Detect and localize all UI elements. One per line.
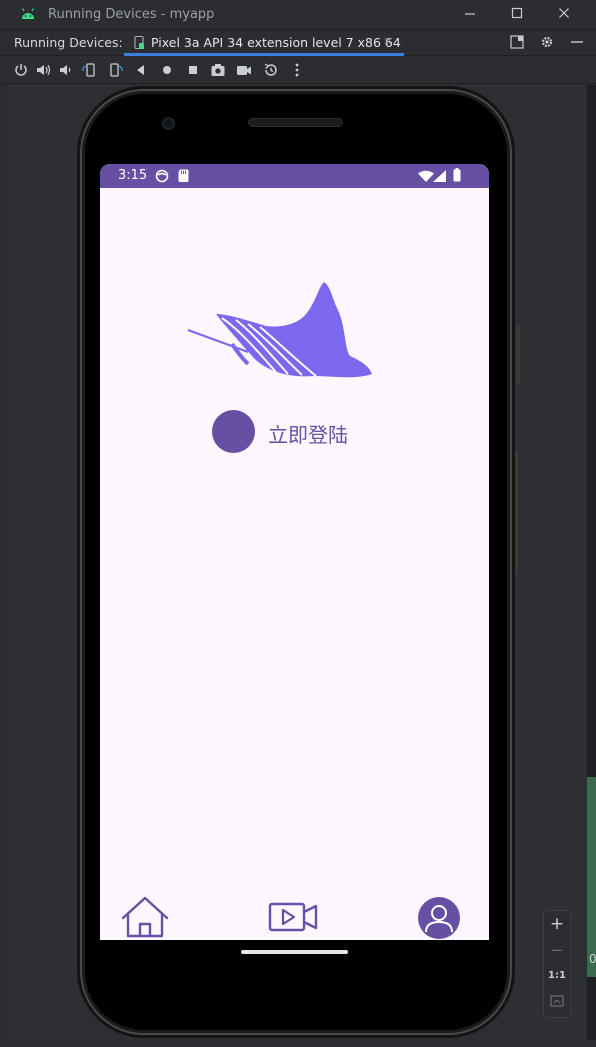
android-icon [21, 8, 35, 19]
volume-down-icon[interactable] [57, 62, 73, 78]
device-screen: 3:15 立即登陆 [100, 164, 489, 940]
rotate-right-icon[interactable] [108, 62, 124, 78]
tab-pixel-3a[interactable]: Pixel 3a API 34 extension level 7 x86 64… [124, 30, 404, 56]
window-titlebar: Running Devices - myapp [0, 0, 596, 30]
power-icon[interactable] [13, 62, 29, 78]
home-button-icon[interactable] [159, 62, 175, 78]
status-bar: 3:15 [100, 164, 489, 188]
edge-label: 0 [589, 952, 596, 966]
gear-icon[interactable] [540, 34, 556, 50]
screenshot-icon[interactable] [210, 62, 226, 78]
snapshot-icon[interactable] [263, 62, 279, 78]
more-icon[interactable] [289, 62, 305, 78]
login-now-link[interactable]: 立即登陆 [268, 419, 348, 448]
tab-active-indicator [124, 53, 404, 56]
screen-record-icon[interactable] [236, 62, 252, 78]
hide-panel-icon[interactable] [570, 34, 586, 50]
nav-profile[interactable] [416, 896, 462, 940]
earpiece-speaker [248, 118, 343, 127]
side-strip-highlight [587, 777, 596, 977]
window-title: Running Devices - myapp [48, 7, 215, 22]
tab-bar: Running Devices: Pixel 3a API 34 extensi… [0, 30, 596, 56]
nav-video[interactable] [268, 896, 320, 940]
back-icon[interactable] [133, 62, 149, 78]
phone-icon [134, 36, 144, 49]
login-row[interactable]: 立即登陆 [212, 410, 412, 454]
manta-ray-logo [187, 282, 372, 378]
sd-card-icon [178, 169, 189, 182]
overview-icon[interactable] [185, 62, 201, 78]
side-strip [587, 85, 596, 1040]
minimize-button[interactable] [458, 4, 482, 26]
volume-up-icon[interactable] [35, 62, 51, 78]
phone-volume-rocker [515, 450, 518, 575]
zoom-controls: + − 1:1 [543, 910, 571, 1018]
maximize-icon [511, 7, 523, 19]
tab-label: Pixel 3a API 34 extension level 7 x86 64 [151, 35, 401, 50]
maximize-button[interactable] [505, 4, 529, 26]
layout-icon[interactable] [510, 34, 526, 50]
rotate-left-icon[interactable] [81, 62, 97, 78]
fit-screen-icon [550, 995, 564, 1007]
device-toolbar [0, 57, 596, 84]
front-camera [162, 117, 175, 130]
wifi-icon [418, 170, 434, 182]
status-time: 3:15 [118, 168, 148, 183]
bottom-navigation [100, 890, 489, 940]
profile-icon [418, 897, 460, 939]
video-icon [268, 902, 318, 932]
zoom-in-button[interactable]: + [544, 914, 570, 934]
battery-icon [453, 168, 461, 182]
fit-screen-button[interactable] [544, 993, 570, 1012]
minimize-icon [465, 13, 475, 15]
gesture-home-indicator[interactable] [241, 950, 348, 954]
actual-size-button[interactable]: 1:1 [544, 970, 570, 981]
close-window-button[interactable] [552, 4, 576, 26]
signal-icon [433, 170, 446, 182]
tab-close-button[interactable]: × [383, 34, 393, 48]
close-icon [559, 8, 569, 18]
zoom-out-button[interactable]: − [544, 941, 570, 959]
avatar[interactable] [212, 410, 255, 453]
running-devices-label: Running Devices: [14, 35, 123, 50]
nav-home[interactable] [120, 896, 170, 940]
face-status-icon [155, 169, 169, 183]
home-icon [121, 896, 169, 938]
phone-side-button [516, 324, 520, 384]
